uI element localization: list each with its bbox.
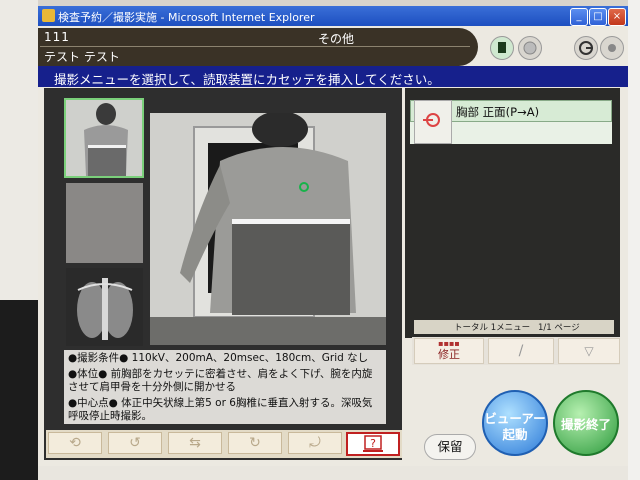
close-button[interactable]: × (608, 8, 626, 26)
prev-page-button[interactable]: / (488, 338, 554, 364)
info-position: ●体位● 前胸部をカセッテに密着させ、肩をよく下げ、腕を内旋させて肩甲骨を十分外… (68, 367, 373, 394)
menu-counter: トータル 1メニュー 1/1 ページ (414, 320, 614, 334)
maximize-button[interactable]: □ (589, 8, 607, 26)
patient-name: テスト テスト (44, 50, 120, 64)
instruction-text: 撮影メニューを選択して、読取装置にカセッテを挿入してください。 (54, 72, 440, 87)
exam-info-box: ●撮影条件● 110kV、200mA、20msec、180cm、Grid なし … (64, 350, 386, 424)
reset-icon: ⤾ (309, 435, 321, 451)
info-center: ●中心点● 体正中矢状線上第5 or 6胸椎に垂直入射する。深吸気呼吸停止時撮影… (68, 396, 373, 423)
info-conditions: ●撮影条件● 110kV、200mA、20msec、180cm、Grid なし (68, 352, 369, 364)
background-dark (0, 300, 38, 480)
instruction-bar: 撮影メニューを選択して、読取装置にカセッテを挿入してください。 (38, 66, 628, 87)
patient-back-thumbnail (66, 100, 142, 176)
logout-button[interactable] (574, 36, 598, 60)
reset-button[interactable]: ⤾ (288, 432, 342, 454)
window-title: 検査予約／撮影実施 - Microsoft Internet Explorer (58, 11, 315, 24)
chest-xray-thumbnail (66, 268, 143, 346)
correct-label: 修正 (438, 348, 460, 361)
exam-end-button[interactable]: 撮影終了 (553, 390, 619, 456)
rotate-right-button[interactable]: ↻ (228, 432, 282, 454)
correct-button[interactable]: ▪▪▪▪ 修正 (414, 338, 484, 364)
slash-icon: / (518, 343, 524, 359)
minimize-button[interactable]: _ (570, 8, 588, 26)
rotate-right-icon: ↻ (249, 435, 261, 451)
cassette-insert-icon (423, 113, 440, 127)
logout-icon (579, 41, 593, 55)
cassette-icon (498, 42, 506, 53)
thumbnail-chest-xray[interactable] (66, 268, 143, 346)
positioning-photo (150, 111, 386, 345)
viewer-launch-button[interactable]: ビューアー 起動 (482, 390, 548, 456)
window-titlebar: 検査予約／撮影実施 - Microsoft Internet Explorer … (38, 6, 628, 26)
header-divider (40, 46, 470, 47)
help-button[interactable]: ? (346, 432, 400, 456)
total-menu-count: トータル 1メニュー (454, 323, 531, 333)
gear-icon (608, 44, 616, 52)
triangle-down-icon: ▽ (584, 344, 594, 358)
ie-logo-icon (42, 9, 55, 22)
patient-positioning-image (150, 111, 386, 345)
hold-button[interactable]: 保留 (424, 434, 476, 460)
thumbnail-empty[interactable] (66, 183, 143, 263)
help-icon: ? (363, 435, 383, 452)
exam-type: その他 (318, 32, 355, 46)
flip-icon: ⇆ (189, 435, 201, 451)
menu-item-status (414, 100, 452, 144)
patient-id: 111 (44, 30, 70, 44)
background-right (628, 0, 640, 480)
viewer-launch-label: ビューアー 起動 (484, 411, 546, 442)
next-page-button[interactable]: ▽ (558, 338, 620, 364)
svg-text:?: ? (370, 437, 376, 450)
rotate-left-button[interactable]: ↺ (108, 432, 162, 454)
disc-icon (523, 41, 537, 55)
menu-item-label: 胸部 正面(P→A) (456, 105, 540, 119)
rotate-left-icon: ↺ (129, 435, 141, 451)
settings-button[interactable] (600, 36, 624, 60)
thumbnail-positioning-photo[interactable] (64, 98, 144, 178)
reader-status-button[interactable] (518, 36, 542, 60)
cassette-status-button[interactable] (490, 36, 514, 60)
undo-icon: ⟲ (69, 435, 81, 451)
page-indicator: 1/1 ページ (538, 323, 580, 333)
undo-button[interactable]: ⟲ (48, 432, 102, 454)
flip-button[interactable]: ⇆ (168, 432, 222, 454)
